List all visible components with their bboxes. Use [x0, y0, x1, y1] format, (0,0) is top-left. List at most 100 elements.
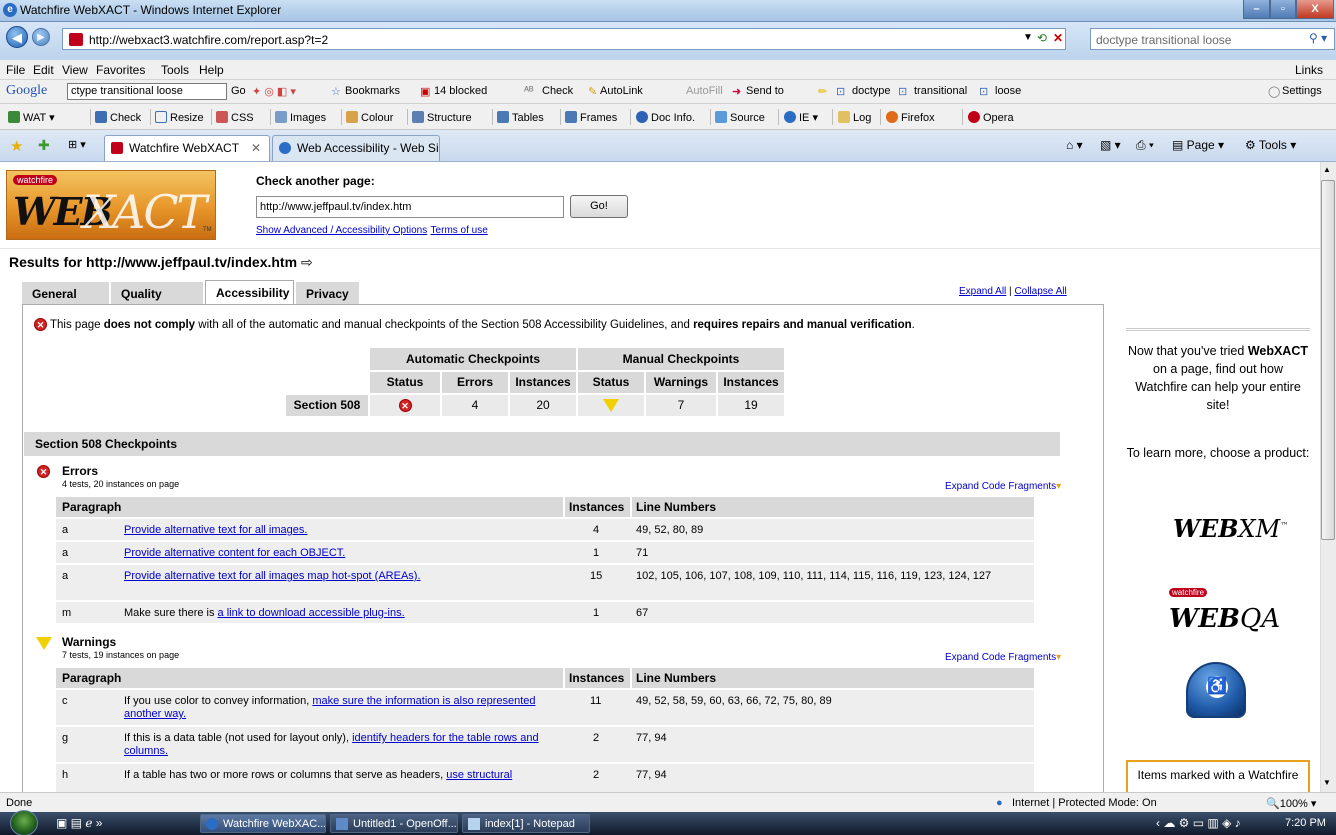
external-link-icon[interactable]: ⇨ [301, 254, 313, 270]
wat-check[interactable]: Check [95, 111, 141, 124]
sendto-button[interactable]: Send to [746, 85, 784, 97]
menu-help[interactable]: Help [199, 63, 224, 77]
stop-icon[interactable]: ✕ [1053, 31, 1063, 45]
search-term-doctype[interactable]: doctype [852, 85, 891, 97]
taskbar-item-watchfire[interactable]: Watchfire WebXAC... [200, 814, 326, 833]
google-search-input[interactable]: ctype transitional loose [67, 83, 227, 100]
wat-frames[interactable]: Frames [565, 111, 617, 124]
bookmarks-button[interactable]: Bookmarks [345, 85, 400, 97]
links-menu[interactable]: Links [1295, 63, 1323, 77]
security-zone[interactable]: Internet | Protected Mode: On [1012, 797, 1157, 809]
collapse-all-link[interactable]: Collapse All [1014, 286, 1066, 297]
expand-all-link[interactable]: Expand All [959, 286, 1006, 297]
results-title: Results for http://www.jeffpaul.tv/index… [9, 254, 313, 270]
feeds-icon[interactable]: ▧ ▾ [1100, 138, 1121, 152]
print-icon[interactable]: ⎙ ▾ [1136, 138, 1154, 153]
close-tab-icon[interactable]: ✕ [251, 141, 261, 155]
tools-menu[interactable]: ⚙ Tools ▾ [1245, 138, 1296, 152]
wat-resize[interactable]: Resize [155, 111, 204, 124]
search-icon[interactable]: ⚲ ▾ [1309, 31, 1327, 45]
search-term-icon: ⊡ [836, 86, 846, 98]
home-icon[interactable]: ⌂ ▾ [1066, 138, 1083, 152]
blocked-count[interactable]: 14 blocked [434, 85, 487, 97]
scroll-up-icon[interactable]: ▲ [1323, 165, 1331, 174]
webxm-logo[interactable]: WEBXM™ [1173, 514, 1288, 543]
zoom-level[interactable]: 🔍100% ▾ [1266, 797, 1316, 810]
wat-css[interactable]: CSS [216, 111, 254, 124]
checkpoint-link[interactable]: Provide alternative content for each OBJ… [124, 547, 345, 559]
address-bar[interactable]: http://webxact3.watchfire.com/report.asp… [62, 28, 1066, 50]
taskbar-item-openoffice[interactable]: Untitled1 - OpenOff... [330, 814, 458, 833]
favorites-star-icon[interactable]: ★ [10, 137, 23, 155]
maximize-button[interactable]: ▫ [1270, 0, 1296, 19]
checkpoint-link[interactable]: use structural [446, 769, 512, 781]
col-warnings: Warnings [646, 372, 716, 393]
expand-code-fragments-link[interactable]: Expand Code Fragments▾ [945, 652, 1061, 663]
autofill-button[interactable]: AutoFill [686, 85, 723, 97]
wat-docinfo[interactable]: Doc Info. [636, 111, 695, 124]
wat-log[interactable]: Log [838, 111, 871, 124]
advanced-options-link[interactable]: Show Advanced / Accessibility Options [256, 225, 427, 236]
search-term-loose[interactable]: loose [995, 85, 1021, 97]
wat-tables[interactable]: Tables [497, 111, 544, 124]
expand-code-fragments-link[interactable]: Expand Code Fragments▾ [945, 481, 1061, 492]
wat-opera[interactable]: Opera [968, 111, 1014, 124]
menu-file[interactable]: File [6, 63, 25, 77]
google-tools-icon[interactable]: ✦ ◎ ◧ ▾ [252, 85, 296, 98]
wat-source[interactable]: Source [715, 111, 765, 124]
settings-button[interactable]: Settings [1282, 85, 1322, 97]
google-logo: Google [6, 83, 48, 98]
autolink-button[interactable]: AutoLink [600, 85, 643, 97]
table-row: g If this is a data table (not used for … [56, 727, 1034, 762]
wat-ie[interactable]: IE ▾ [784, 111, 818, 124]
tab-quality[interactable]: Quality [111, 282, 203, 304]
wat-menu[interactable]: WAT ▾ [8, 111, 55, 124]
table-row: a Provide alternative text for all image… [56, 565, 1034, 600]
terms-link[interactable]: Terms of use [431, 225, 488, 236]
tab-web-accessibility[interactable]: Web Accessibility - Web Si... [272, 135, 440, 161]
start-button[interactable] [10, 810, 38, 835]
forward-button[interactable]: ▶ [32, 28, 50, 46]
quick-tabs-icon[interactable]: ⊞ ▾ [68, 138, 86, 151]
taskbar-item-notepad[interactable]: index[1] - Notepad [462, 814, 590, 833]
scrollbar-thumb[interactable] [1321, 180, 1335, 540]
wat-firefox[interactable]: Firefox [886, 111, 935, 124]
tab-accessibility[interactable]: Accessibility [205, 280, 294, 305]
dropdown-arrow-icon[interactable]: ▼ [1023, 32, 1033, 43]
check-url-input[interactable]: http://www.jeffpaul.tv/index.htm [256, 196, 564, 218]
google-go-button[interactable]: Go [231, 85, 246, 97]
menu-edit[interactable]: Edit [33, 63, 54, 77]
menu-view[interactable]: View [62, 63, 88, 77]
tab-general[interactable]: General [22, 282, 109, 304]
page-menu[interactable]: ▤ Page ▾ [1172, 138, 1224, 152]
google-toolbar: Google ctype transitional loose Go ✦ ◎ ◧… [0, 80, 1336, 104]
scroll-down-icon[interactable]: ▼ [1323, 778, 1331, 787]
checkpoint-link[interactable]: Provide alternative text for all images … [124, 570, 421, 582]
wat-images[interactable]: Images [275, 111, 326, 124]
wat-colour[interactable]: Colour [346, 111, 393, 124]
menu-favorites[interactable]: Favorites [96, 63, 145, 77]
add-favorite-icon[interactable]: ✚ [38, 137, 50, 154]
webqa-logo[interactable]: watchfire WEBQA [1167, 588, 1280, 650]
refresh-icon[interactable]: ⟲ [1037, 31, 1047, 45]
status-bar: Done ● Internet | Protected Mode: On 🔍10… [0, 792, 1336, 812]
check-button[interactable]: Check [542, 85, 573, 97]
quicklaunch-icons[interactable]: ▣ ▤ ℯ » [56, 816, 102, 830]
go-button[interactable]: Go! [570, 195, 628, 218]
back-button[interactable]: ◀ [6, 26, 28, 48]
checkpoint-link[interactable]: Provide alternative text for all images. [124, 524, 307, 536]
tab-privacy[interactable]: Privacy [296, 282, 359, 304]
tray-icons[interactable]: ‹ ☁ ⚙ ▭ ▥ ◈ ♪ [1156, 816, 1241, 830]
accessibility-product-icon[interactable]: ♿ [1186, 662, 1246, 718]
tab-watchfire[interactable]: Watchfire WebXACT ✕ [104, 135, 270, 161]
window-title: Watchfire WebXACT - Windows Internet Exp… [20, 3, 282, 17]
close-button[interactable]: X [1296, 0, 1334, 19]
search-field[interactable]: doctype transitional loose ⚲ ▾ [1090, 28, 1335, 50]
minimize-button[interactable]: – [1243, 0, 1270, 19]
menu-tools[interactable]: Tools [161, 63, 189, 77]
checkpoint-link[interactable]: a link to download accessible plug-ins. [218, 607, 405, 619]
highlighter-icon[interactable]: ✏ [818, 85, 827, 98]
search-term-transitional[interactable]: transitional [914, 85, 967, 97]
promo-choose: To learn more, choose a product: [1126, 446, 1310, 460]
wat-structure[interactable]: Structure [412, 111, 472, 124]
